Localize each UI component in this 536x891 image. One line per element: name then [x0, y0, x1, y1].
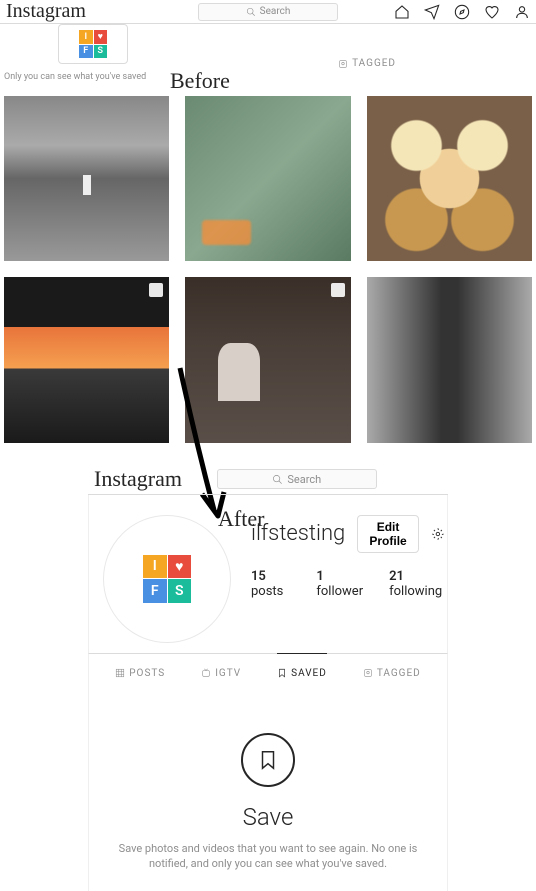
username: ilfstesting	[251, 521, 345, 546]
explore-icon[interactable]	[454, 4, 470, 20]
grid-item[interactable]	[4, 277, 169, 442]
grid-item[interactable]	[367, 277, 532, 442]
after-label: After	[218, 506, 264, 532]
after-panel: Instagram Search I ♥ F S ilfstesting Edi…	[88, 465, 448, 891]
home-icon[interactable]	[394, 4, 410, 20]
search-icon	[246, 7, 256, 17]
search-input[interactable]: Search	[198, 3, 338, 21]
carousel-icon	[149, 283, 163, 297]
empty-save-icon-circle	[241, 733, 295, 787]
search-input[interactable]: Search	[217, 469, 377, 489]
top-nav: Instagram Search	[0, 0, 536, 24]
grid-item[interactable]	[185, 277, 350, 442]
search-placeholder: Search	[260, 6, 291, 17]
edit-profile-button[interactable]: Edit Profile	[357, 515, 419, 553]
avatar-logo-small: I ♥ F S	[79, 30, 107, 58]
search-icon	[272, 474, 283, 485]
tab-saved[interactable]: SAVED	[277, 653, 327, 693]
brand-logo[interactable]: Instagram	[6, 0, 86, 23]
empty-title: Save	[109, 803, 427, 831]
grid-item[interactable]	[367, 96, 532, 261]
tab-igtv[interactable]: IGTV	[201, 653, 241, 693]
carousel-icon	[331, 283, 345, 297]
saved-collection-all[interactable]: I ♥ F S	[58, 24, 128, 64]
tagged-icon	[363, 668, 373, 678]
tab-tagged[interactable]: TAGGED	[363, 653, 421, 693]
tagged-icon	[338, 59, 348, 69]
empty-description: Save photos and videos that you want to …	[118, 841, 418, 872]
before-label: Before	[170, 68, 230, 94]
followers-stat[interactable]: 1 follower	[316, 569, 363, 599]
profile-header: I ♥ F S ilfstesting Edit Profile 15 post…	[88, 495, 448, 653]
posts-stat: 15 posts	[251, 569, 290, 599]
search-placeholder: Search	[287, 473, 321, 486]
empty-saved-state: Save Save photos and videos that you wan…	[88, 693, 448, 891]
profile-avatar[interactable]: I ♥ F S	[103, 515, 231, 643]
grid-item[interactable]	[4, 96, 169, 261]
heart-icon[interactable]	[484, 4, 500, 20]
profile-icon[interactable]	[514, 4, 530, 20]
profile-stats: 15 posts 1 follower 21 following	[251, 569, 445, 599]
tab-posts[interactable]: POSTS	[115, 653, 165, 693]
igtv-icon	[201, 668, 211, 678]
saved-grid	[0, 92, 536, 447]
profile-tabs: POSTS IGTV SAVED TAGGED	[88, 653, 448, 693]
avatar-logo: I ♥ F S	[143, 555, 191, 603]
bookmark-icon	[257, 749, 279, 771]
tab-tagged-top[interactable]: TAGGED	[338, 58, 396, 69]
nav-icons	[394, 4, 530, 20]
bookmark-icon	[277, 668, 287, 678]
following-stat[interactable]: 21 following	[389, 569, 445, 599]
grid-item[interactable]	[185, 96, 350, 261]
profile-info: ilfstesting Edit Profile 15 posts 1 foll…	[251, 515, 445, 599]
grid-icon	[115, 668, 125, 678]
saved-privacy-notice: Only you can see what you've saved	[0, 64, 536, 86]
settings-icon[interactable]	[431, 524, 445, 544]
brand-logo[interactable]: Instagram	[94, 466, 182, 492]
top-nav-after: Instagram Search	[88, 465, 448, 495]
direct-icon[interactable]	[424, 4, 440, 20]
